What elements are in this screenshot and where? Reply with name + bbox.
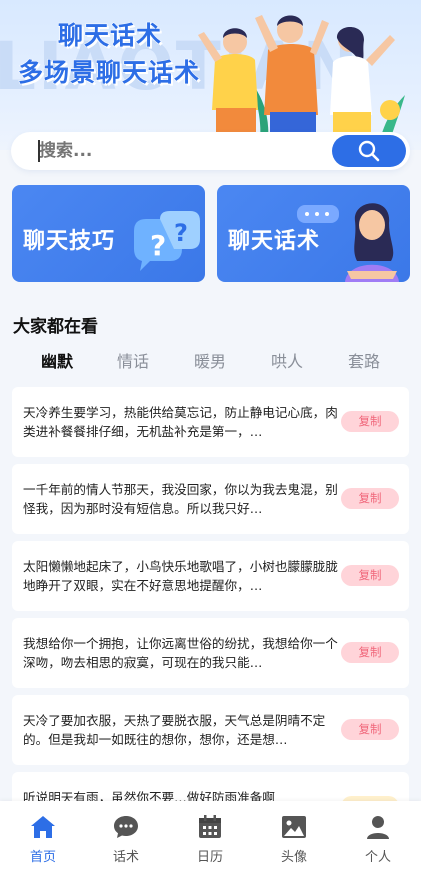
hero-subtitle: 多场景聊天话术: [17, 58, 201, 88]
hero-banner: LIAOTIAN 聊天话术 多场景聊天话术: [0, 0, 421, 150]
woman-illustration: [297, 203, 399, 282]
tab-warm-guy[interactable]: 暖男: [180, 348, 240, 372]
svg-text:?: ?: [150, 229, 166, 262]
text-caret: [38, 140, 40, 162]
tabbar-avatar[interactable]: 头像: [259, 813, 329, 865]
item-text: 天冷养生要学习，热能供给莫忘记，防止静电记心底，肉类进补餐餐排仔细，无机盐补充是…: [23, 405, 338, 439]
list-item[interactable]: 天冷养生要学习，热能供给莫忘记，防止静电记心底，肉类进补餐餐排仔细，无机盐补充是…: [12, 387, 409, 457]
tabbar-calendar-label: 日历: [196, 850, 223, 865]
home-icon: [31, 816, 55, 838]
person-icon: [367, 816, 389, 839]
tabbar-profile-label: 个人: [364, 850, 391, 865]
section-title: 大家都在看: [13, 317, 98, 337]
bottom-tab-bar: 首页 话术 日历 头像 个人: [0, 801, 421, 871]
item-text: 太阳懒懒地起床了，小鸟快乐地歌唱了，小树也朦朦胧胧地睁开了双眼，实在不好意思地提…: [23, 559, 338, 593]
search-input[interactable]: [39, 138, 319, 164]
tabbar-profile[interactable]: 个人: [343, 813, 413, 865]
item-text: 我想给你一个拥抱，让你远离世俗的纷扰，我想给你一个深吻，吻去相思的寂寞，可现在的…: [23, 636, 338, 670]
item-text: 天冷了要加衣服，天热了要脱衣服，天气总是阴晴不定的。但是我却一如既往的想你，想你…: [23, 713, 326, 747]
hero-people-illustration: [198, 15, 405, 140]
chat-scripts-card[interactable]: 聊天话术: [217, 185, 410, 282]
svg-text:?: ?: [174, 219, 188, 247]
chat-tips-card[interactable]: 聊天技巧 ? ?: [12, 185, 205, 282]
list-item[interactable]: 太阳懒懒地起床了，小鸟快乐地歌唱了，小树也朦朦胧胧地睁开了双眼，实在不好意思地提…: [12, 541, 409, 611]
tab-tricks[interactable]: 套路: [334, 348, 394, 372]
tabbar-scripts[interactable]: 话术: [91, 813, 161, 865]
chat-icon: [114, 816, 138, 838]
tab-love-words[interactable]: 情话: [103, 348, 163, 372]
tabbar-home-label: 首页: [29, 850, 56, 865]
copy-button[interactable]: 复制: [341, 642, 399, 663]
copy-button[interactable]: 复制: [341, 565, 399, 586]
list-item[interactable]: 一千年前的情人节那天，我没回家，你以为我去鬼混，别怪我，因为那时没有短信息。所以…: [12, 464, 409, 534]
tab-humor[interactable]: 幽默: [27, 348, 87, 372]
calendar-icon: [199, 815, 221, 838]
chat-tips-label: 聊天技巧: [23, 229, 116, 254]
list-item[interactable]: 我想给你一个拥抱，让你远离世俗的纷扰，我想给你一个深吻，吻去相思的寂寞，可现在的…: [12, 618, 409, 688]
search-button[interactable]: [332, 135, 406, 167]
search-bar[interactable]: [11, 132, 410, 170]
tabbar-avatar-label: 头像: [280, 850, 307, 865]
copy-button[interactable]: 复制: [341, 719, 399, 740]
category-tabs: 幽默 情话 暖男 哄人 套路: [0, 348, 421, 374]
search-icon: [358, 140, 380, 162]
item-text: 一千年前的情人节那天，我没回家，你以为我去鬼混，别怪我，因为那时没有短信息。所以…: [23, 482, 338, 516]
image-icon: [282, 816, 306, 838]
tabbar-calendar[interactable]: 日历: [175, 813, 245, 865]
hero-title: 聊天话术: [57, 21, 163, 51]
question-bubble-icon: ? ?: [134, 211, 200, 271]
copy-button[interactable]: 复制: [341, 488, 399, 509]
tabbar-scripts-label: 话术: [112, 850, 139, 865]
copy-button[interactable]: 复制: [341, 411, 399, 432]
tab-coax[interactable]: 哄人: [257, 348, 317, 372]
tabbar-home[interactable]: 首页: [8, 813, 78, 865]
list-item[interactable]: 天冷了要加衣服，天热了要脱衣服，天气总是阴晴不定的。但是我却一如既往的想你，想你…: [12, 695, 409, 765]
